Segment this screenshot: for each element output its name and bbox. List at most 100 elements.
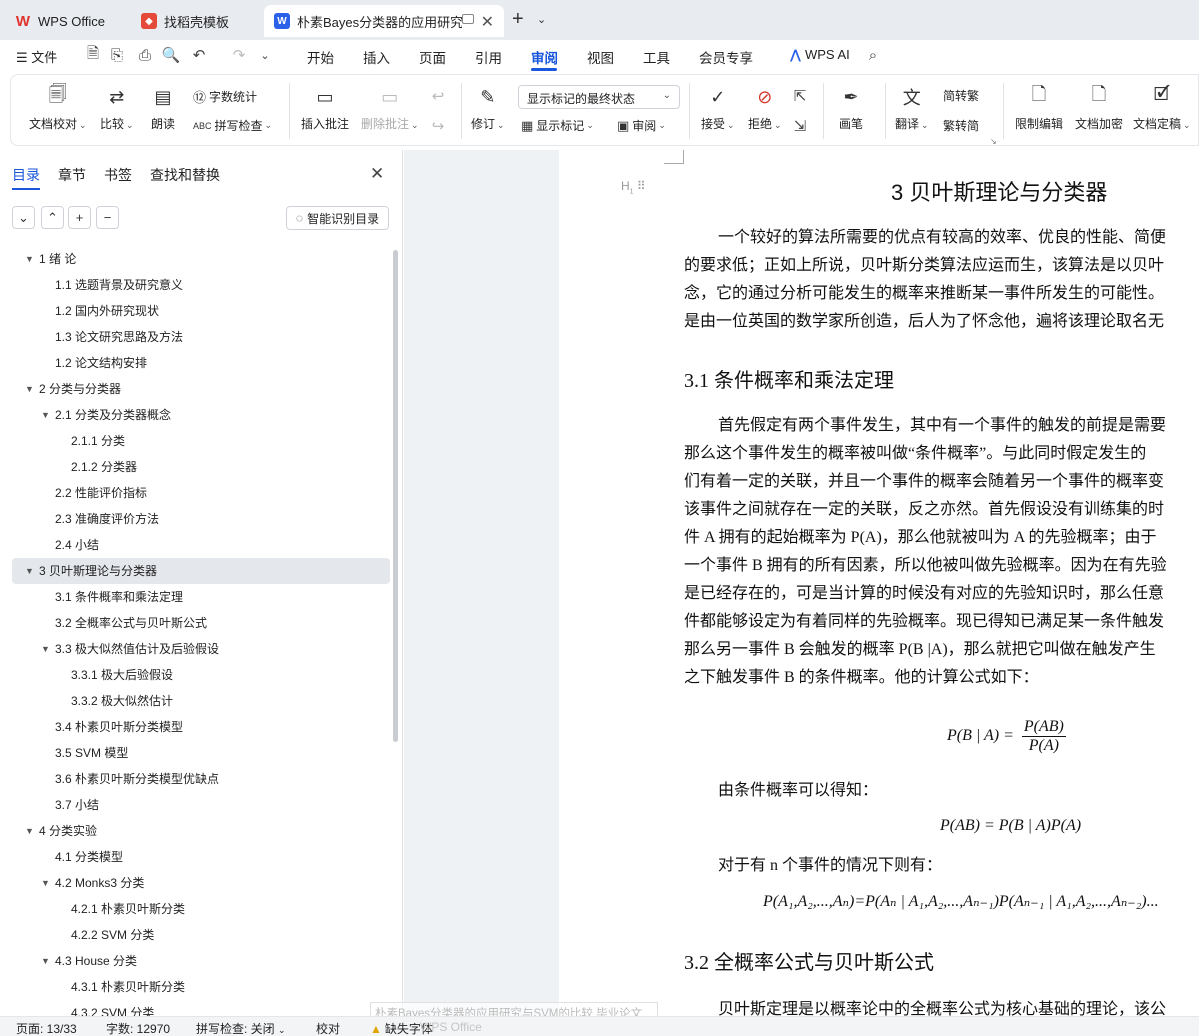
- menu-tab-references[interactable]: 引用: [475, 47, 502, 67]
- add-heading-button[interactable]: +: [68, 206, 91, 229]
- toc-item[interactable]: 3.4 朴素贝叶斯分类模型: [0, 714, 392, 740]
- toc-item[interactable]: 2.3 准确度评价方法: [0, 506, 392, 532]
- translate-button[interactable]: 文 翻译 ⌄: [895, 85, 929, 132]
- toc-item[interactable]: 4.3.1 朴素贝叶斯分类: [0, 974, 392, 1000]
- next-comment-icon[interactable]: ↪: [429, 117, 447, 135]
- menu-tab-home[interactable]: 开始: [307, 47, 334, 67]
- undo-icon[interactable]: ↶: [190, 46, 208, 64]
- proof-status[interactable]: 校对: [316, 1020, 340, 1036]
- menu-tab-page[interactable]: 页面: [419, 47, 446, 67]
- close-pane-icon[interactable]: ✕: [370, 164, 384, 184]
- spell-check-status[interactable]: 拼写检查: 关闭 ⌄: [196, 1020, 286, 1036]
- toc-item[interactable]: 2.1.2 分类器: [0, 454, 392, 480]
- menu-tab-insert[interactable]: 插入: [363, 47, 390, 67]
- file-menu[interactable]: ☰ 文件: [16, 47, 57, 66]
- collapse-up-button[interactable]: ⌃: [41, 206, 64, 229]
- previous-comment-icon[interactable]: ↩: [429, 87, 447, 105]
- search-icon[interactable]: ⌕: [864, 46, 882, 64]
- reject-button[interactable]: ⊘ 拒绝 ⌄: [748, 85, 782, 132]
- remove-heading-button[interactable]: −: [96, 206, 119, 229]
- toc-item[interactable]: ▼ 1 绪 论: [0, 246, 392, 272]
- toc-item[interactable]: 2.1.1 分类: [0, 428, 392, 454]
- to-simplified-button[interactable]: 繁转简: [943, 117, 979, 134]
- toc-item[interactable]: 3.7 小结: [0, 792, 392, 818]
- compare-button[interactable]: ⇄ 比较 ⌄: [100, 85, 134, 132]
- toc-item[interactable]: 3.3.1 极大后验假设: [0, 662, 392, 688]
- markup-state-select[interactable]: 显示标记的最终状态 ⌄: [518, 85, 680, 109]
- toc-item[interactable]: 3.6 朴素贝叶斯分类模型优缺点: [0, 766, 392, 792]
- expand-arrow-icon[interactable]: ▼: [41, 636, 50, 662]
- toc-item[interactable]: 4.2.2 SVM 分类: [0, 922, 392, 948]
- menu-tab-view[interactable]: 视图: [587, 47, 614, 67]
- expand-arrow-icon[interactable]: ▼: [41, 948, 50, 974]
- encrypt-button[interactable]: 🗋 文档加密: [1075, 84, 1123, 132]
- accept-button[interactable]: ✓ 接受 ⌄: [701, 85, 735, 132]
- expand-arrow-icon[interactable]: ▼: [41, 870, 50, 896]
- expand-arrow-icon[interactable]: ▼: [25, 376, 34, 402]
- word-count-button[interactable]: ⑫ 字数统计: [193, 87, 257, 106]
- share-icon[interactable]: ⎘: [108, 46, 126, 64]
- show-markup-button[interactable]: ▦ 显示标记 ⌄: [521, 117, 594, 134]
- heading-drag-handle[interactable]: H1 ⠿: [621, 179, 646, 195]
- word-count-indicator[interactable]: 字数: 12970: [106, 1020, 170, 1036]
- toc-item[interactable]: ▼ 2.1 分类及分类器概念: [0, 402, 392, 428]
- menu-tab-member[interactable]: 会员专享: [699, 47, 753, 67]
- nav-tab-find-replace[interactable]: 查找和替换: [150, 165, 220, 185]
- expand-arrow-icon[interactable]: ▼: [41, 402, 50, 428]
- toc-item[interactable]: ▼ 3.3 极大似然值估计及后验假设: [0, 636, 392, 662]
- tab-document[interactable]: W 朴素Bayes分类器的应用研究与 ✕: [264, 5, 504, 37]
- toc-item[interactable]: ▼ 3 贝叶斯理论与分类器: [12, 558, 390, 584]
- nav-tab-sections[interactable]: 章节: [58, 165, 86, 185]
- pen-button[interactable]: ✒ 画笔: [839, 85, 863, 132]
- document-page[interactable]: H1 ⠿ 3 贝叶斯理论与分类器 一个较好的算法所需要的优点有较高的效率、优良的…: [559, 150, 1199, 1016]
- finalize-button[interactable]: 🗹 文档定稿 ⌄: [1133, 84, 1191, 132]
- toc-item[interactable]: ▼ 4.2 Monks3 分类: [0, 870, 392, 896]
- toc-item[interactable]: 3.2 全概率公式与贝叶斯公式: [0, 610, 392, 636]
- wps-ai-button[interactable]: ⋀ WPS AI: [790, 47, 850, 63]
- chevron-down-icon[interactable]: ⌄: [537, 13, 546, 26]
- chevron-down-icon[interactable]: ⌄: [256, 46, 274, 64]
- menu-tab-review[interactable]: 审阅: [531, 47, 558, 67]
- toc-item[interactable]: ▼ 4 分类实验: [0, 818, 392, 844]
- read-aloud-button[interactable]: ▤ 朗读: [151, 85, 175, 132]
- delete-comment-button[interactable]: ▭ 删除批注 ⌄: [361, 85, 419, 132]
- spell-check-button[interactable]: ABC 拼写检查 ⌄: [193, 117, 272, 134]
- insert-comment-button[interactable]: ▭ 插入批注: [301, 85, 349, 132]
- toc-item[interactable]: 2.2 性能评价指标: [0, 480, 392, 506]
- print-icon[interactable]: ⎙: [136, 46, 154, 64]
- revise-button[interactable]: ✎ 修订 ⌄: [471, 85, 505, 132]
- expand-arrow-icon[interactable]: ▼: [25, 558, 34, 584]
- nav-tab-bookmarks[interactable]: 书签: [104, 165, 132, 185]
- nav-tab-toc[interactable]: 目录: [12, 165, 40, 185]
- close-tab-icon[interactable]: ✕: [481, 12, 494, 32]
- expand-arrow-icon[interactable]: ▼: [25, 246, 34, 272]
- new-tab-icon[interactable]: +: [512, 8, 524, 31]
- review-pane-button[interactable]: ▣ 审阅 ⌄: [617, 117, 666, 134]
- toc-item[interactable]: 1.2 论文结构安排: [0, 350, 392, 376]
- smart-toc-button[interactable]: ◌ 智能识别目录: [286, 206, 389, 230]
- menu-tab-tools[interactable]: 工具: [643, 47, 670, 67]
- toc-item[interactable]: ▼ 4.3 House 分类: [0, 948, 392, 974]
- previous-change-icon[interactable]: ⇱: [791, 87, 809, 105]
- toc-item[interactable]: ▼ 2 分类与分类器: [0, 376, 392, 402]
- expand-down-button[interactable]: ⌄: [12, 206, 35, 229]
- toc-item[interactable]: 1.2 国内外研究现状: [0, 298, 392, 324]
- print-preview-icon[interactable]: 🔍: [162, 46, 181, 64]
- next-change-icon[interactable]: ⇲: [791, 117, 809, 135]
- tab-docer-templates[interactable]: ◆ 找稻壳模板: [131, 5, 259, 37]
- toc-item[interactable]: 1.3 论文研究思路及方法: [0, 324, 392, 350]
- toc-scrollbar[interactable]: [393, 250, 398, 742]
- expand-arrow-icon[interactable]: ▼: [25, 818, 34, 844]
- toc-item[interactable]: 4.2.1 朴素贝叶斯分类: [0, 896, 392, 922]
- toc-item[interactable]: 3.3.2 极大似然估计: [0, 688, 392, 714]
- toc-item[interactable]: 1.1 选题背景及研究意义: [0, 272, 392, 298]
- toc-item[interactable]: 4.1 分类模型: [0, 844, 392, 870]
- page-indicator[interactable]: 页面: 13/33: [16, 1020, 77, 1036]
- launcher-icon[interactable]: ↘: [990, 137, 997, 146]
- doc-check-button[interactable]: 🗐 文档校对 ⌄: [29, 84, 87, 132]
- tab-wps-office[interactable]: W WPS Office: [5, 5, 123, 37]
- toc-item[interactable]: 3.5 SVM 模型: [0, 740, 392, 766]
- redo-icon[interactable]: ↷: [230, 46, 248, 64]
- monitor-icon[interactable]: [462, 14, 474, 24]
- to-traditional-button[interactable]: 简转繁: [943, 87, 979, 104]
